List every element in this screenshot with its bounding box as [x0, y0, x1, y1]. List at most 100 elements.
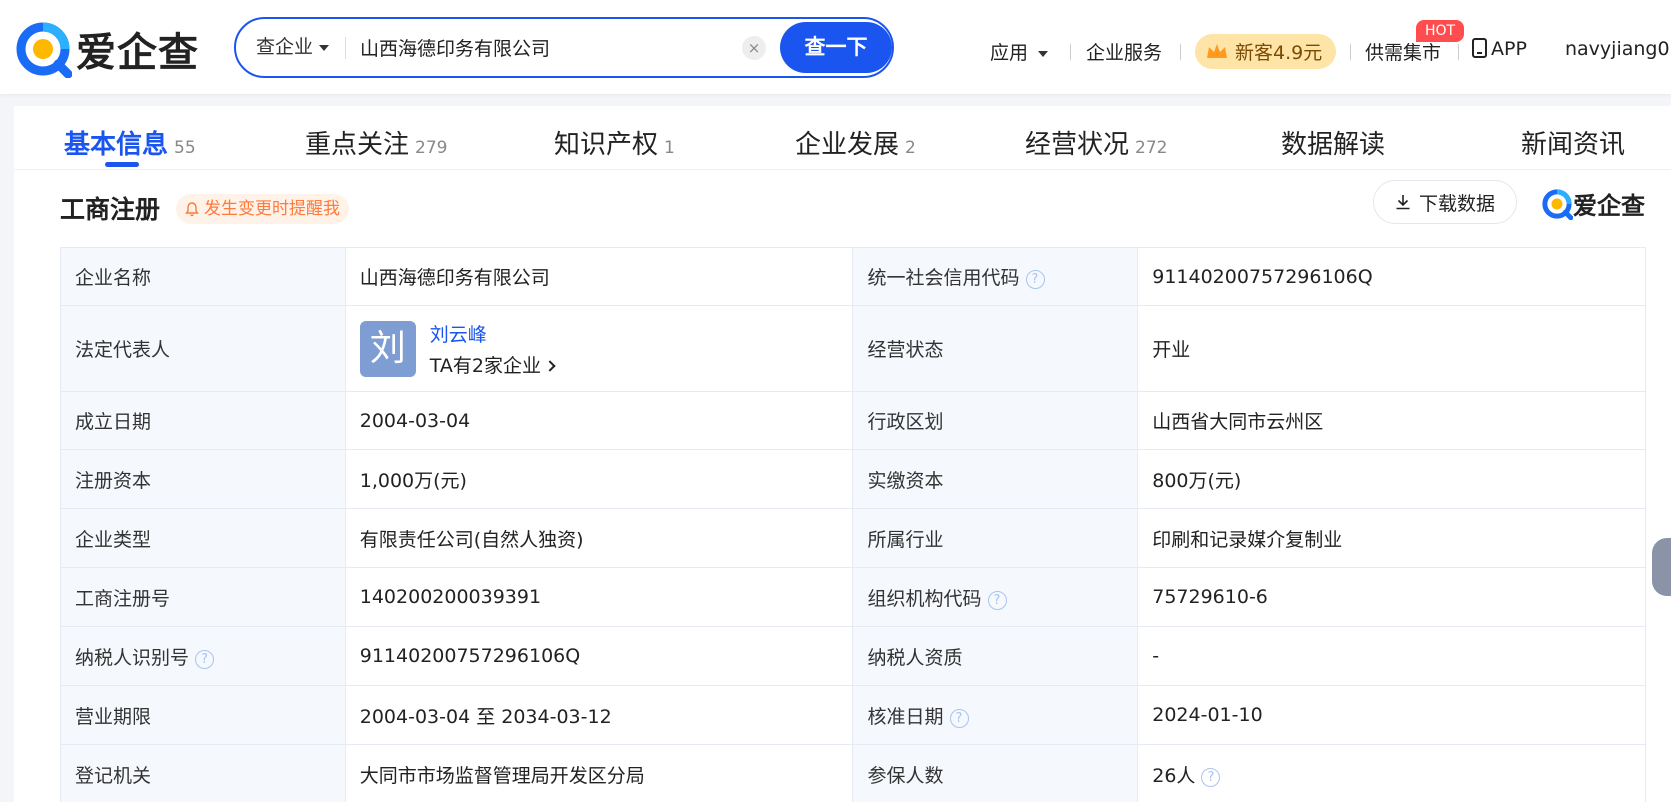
field-value: 140200200039391 — [344, 567, 854, 627]
field-label: 实缴资本 — [852, 449, 1139, 509]
field-label: 核准日期? — [852, 685, 1139, 745]
chevron-right-icon — [544, 359, 556, 372]
nav-enterprise-services[interactable]: 企业服务 — [1086, 38, 1162, 65]
field-value: 2024-01-10 — [1137, 685, 1646, 745]
avatar[interactable]: 刘 — [359, 320, 416, 377]
section-tabs: 基本信息 55 重点关注 279 知识产权 1 企业发展 2 经营状况 272 数据解读 … — [14, 106, 1671, 170]
search-type-label: 查企业 — [256, 36, 314, 58]
search-divider — [345, 37, 346, 59]
tab-operations[interactable]: 经营状况 272 — [1025, 124, 1167, 161]
legal-rep-info: 刘云峰 TA有2家企业 — [429, 320, 556, 378]
help-icon[interactable]: ? — [195, 649, 215, 669]
field-label: 营业期限 — [60, 685, 346, 745]
field-label: 注册资本 — [60, 449, 346, 509]
vip-promo-button[interactable]: 新客4.9元 — [1195, 34, 1336, 69]
vip-promo-label: 新客4.9元 — [1235, 42, 1323, 64]
table-row: 营业期限 2004-03-04 至 2034-03-12 核准日期? 2024-… — [60, 685, 1646, 745]
table-row: 注册资本 1,000万(元) 实缴资本 800万(元) — [60, 449, 1646, 509]
field-value: 1,000万(元) — [344, 449, 854, 509]
tab-basic-info[interactable]: 基本信息 55 — [64, 124, 196, 161]
field-value: - — [1137, 626, 1646, 686]
change-reminder-label: 发生变更时提醒我 — [204, 199, 340, 219]
tab-label: 经营状况 — [1025, 130, 1130, 160]
tab-data-insight[interactable]: 数据解读 — [1281, 124, 1385, 161]
nav-apps[interactable]: 应用 — [990, 38, 1049, 65]
help-icon[interactable]: ? — [1201, 767, 1221, 787]
nav-app-label: APP — [1491, 38, 1527, 60]
brand-logo[interactable]: 爱企查 — [14, 20, 199, 78]
table-row: 纳税人识别号? 91140200757296106Q 纳税人资质 - — [60, 626, 1646, 686]
nav-divider — [1350, 44, 1351, 60]
active-tab-indicator — [105, 162, 139, 167]
nav-market[interactable]: 供需集市 — [1365, 38, 1441, 65]
help-icon[interactable]: ? — [1025, 270, 1045, 289]
legal-rep-companies-link[interactable]: TA有2家企业 — [429, 351, 556, 378]
field-label: 纳税人资质 — [852, 626, 1139, 686]
tab-count: 279 — [415, 138, 448, 158]
field-value: 大同市市场监督管理局开发区分局 — [344, 744, 854, 802]
field-value: 开业 — [1137, 305, 1646, 392]
field-label-text: 核准日期 — [867, 705, 944, 728]
field-value: 有限责任公司(自然人独资) — [344, 508, 854, 568]
field-value: 91140200757296106Q — [344, 626, 854, 686]
tab-count: 2 — [905, 138, 916, 158]
top-header: 爱企查 查企业 × 查一下 应用 企业服务 新客4.9元 供需集市 HOT AP… — [0, 0, 1671, 94]
nav-divider — [1070, 44, 1071, 60]
field-label: 所属行业 — [852, 508, 1139, 568]
section-title: 工商注册 — [60, 195, 161, 224]
field-value: 印刷和记录媒介复制业 — [1137, 508, 1646, 568]
chevron-down-icon — [1038, 50, 1049, 57]
change-reminder-button[interactable]: 发生变更时提醒我 — [176, 194, 349, 224]
field-label: 法定代表人 — [60, 305, 346, 392]
field-value: 山西省大同市云州区 — [1137, 391, 1646, 450]
field-label: 经营状态 — [852, 305, 1139, 392]
search-input[interactable] — [360, 27, 740, 68]
field-label: 纳税人识别号? — [60, 626, 346, 686]
legal-rep-name-link[interactable]: 刘云峰 — [430, 320, 554, 347]
nav-apps-label: 应用 — [990, 42, 1029, 64]
brand-watermark-text: 爱企查 — [1573, 192, 1645, 220]
download-data-button[interactable]: 下载数据 — [1373, 180, 1517, 224]
tab-count: 1 — [664, 138, 675, 158]
hot-badge: HOT — [1416, 20, 1464, 42]
tab-ip[interactable]: 知识产权 1 — [554, 124, 675, 161]
field-value: 800万(元) — [1137, 449, 1646, 509]
search-button[interactable]: 查一下 — [780, 22, 892, 73]
search-type-select[interactable]: 查企业 — [256, 19, 330, 76]
tab-development[interactable]: 企业发展 2 — [795, 124, 916, 161]
crown-icon — [1207, 43, 1227, 58]
clear-search-button[interactable]: × — [742, 36, 766, 60]
assistant-robot-icon[interactable] — [1652, 538, 1671, 596]
field-label: 参保人数 — [852, 744, 1139, 802]
tab-news[interactable]: 新闻资讯 — [1521, 124, 1625, 161]
aiqicha-logo-icon — [16, 22, 72, 78]
legal-rep: 刘 刘云峰 TA有2家企业 — [359, 320, 839, 378]
tab-count: 272 — [1135, 138, 1168, 158]
table-row: 工商注册号 140200200039391 组织机构代码? 75729610-6 — [60, 567, 1646, 627]
tab-label: 重点关注 — [305, 130, 410, 160]
phone-icon — [1472, 38, 1487, 58]
field-label: 行政区划 — [852, 391, 1139, 450]
nav-app[interactable]: APP — [1472, 38, 1527, 60]
download-data-label: 下载数据 — [1418, 192, 1495, 215]
bell-icon — [185, 201, 199, 216]
field-label-text: 纳税人识别号 — [75, 646, 190, 669]
nav-divider — [1180, 44, 1181, 60]
user-name[interactable]: navyjiang08 — [1565, 38, 1671, 60]
field-value: 2004-03-04 — [344, 391, 854, 450]
help-icon[interactable]: ? — [987, 590, 1007, 610]
field-label: 工商注册号 — [60, 567, 346, 627]
field-value-text: 26人 — [1152, 764, 1196, 787]
tab-key-focus[interactable]: 重点关注 279 — [305, 124, 447, 161]
tab-label: 数据解读 — [1281, 130, 1386, 160]
help-icon[interactable]: ? — [949, 708, 969, 728]
brand-watermark: 爱企查 — [1541, 186, 1645, 221]
table-row: 法定代表人 刘 刘云峰 TA有2家企业 经营状态 开业 — [60, 305, 1646, 392]
field-value: 2004-03-04 至 2034-03-12 — [344, 685, 854, 745]
table-row: 登记机关 大同市市场监督管理局开发区分局 参保人数 26人? — [60, 744, 1646, 802]
legal-rep-companies-label: TA有2家企业 — [429, 354, 541, 377]
search-box: 查企业 × 查一下 — [234, 17, 894, 78]
field-label-text: 统一社会信用代码 — [867, 267, 1020, 289]
table-row: 企业类型 有限责任公司(自然人独资) 所属行业 印刷和记录媒介复制业 — [60, 508, 1646, 568]
download-icon — [1396, 195, 1410, 210]
